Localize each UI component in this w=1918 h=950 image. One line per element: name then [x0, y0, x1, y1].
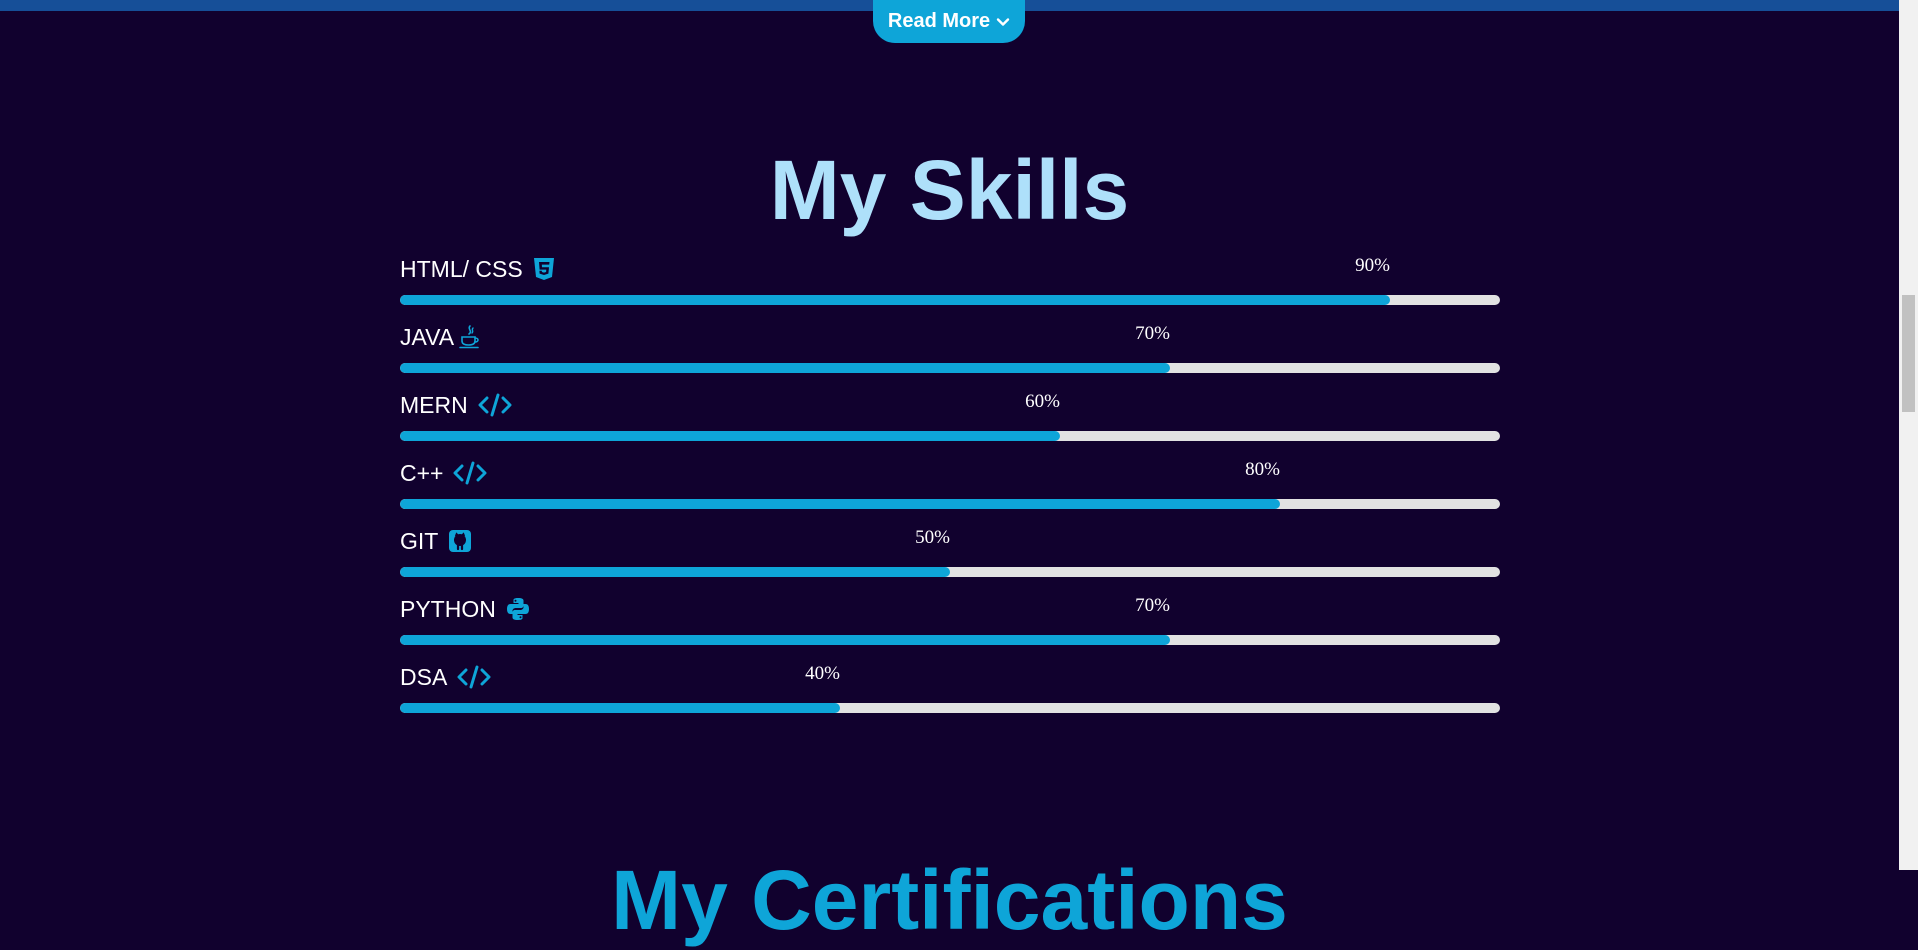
- skill-progress-fill: [400, 635, 1170, 645]
- skill-progress-fill: [400, 431, 1060, 441]
- skill-item: MERN 60%: [400, 386, 1500, 454]
- skill-progress-track: [400, 635, 1500, 645]
- skill-name: HTML/ CSS: [400, 255, 523, 282]
- github-icon: [448, 529, 472, 553]
- html5-icon: [533, 257, 555, 281]
- chevron-down-icon: [996, 17, 1010, 26]
- skill-progress-track: [400, 499, 1500, 509]
- skill-name: DSA: [400, 663, 448, 690]
- skill-progress-fill: [400, 567, 950, 577]
- skill-name: JAVA: [400, 323, 455, 350]
- skill-percent: 70%: [1135, 323, 1170, 344]
- read-more-label: Read More: [887, 10, 991, 32]
- skill-item: JAVA 70%: [400, 318, 1500, 386]
- skills-list: HTML/ CSS 90% JAVA 70% MERN 60% C++ 80% …: [400, 250, 1500, 726]
- skill-progress-track: [400, 363, 1500, 373]
- skill-name: GIT: [400, 527, 439, 554]
- code-icon: [453, 461, 487, 485]
- skill-item: PYTHON 70%: [400, 590, 1500, 658]
- skill-percent: 80%: [1245, 459, 1280, 480]
- code-icon: [478, 393, 512, 417]
- scrollbar-thumb[interactable]: [1902, 295, 1915, 412]
- skill-percent: 50%: [915, 527, 950, 548]
- skill-progress-fill: [400, 499, 1280, 509]
- skill-percent: 40%: [805, 663, 840, 684]
- skill-item: DSA 40%: [400, 658, 1500, 726]
- read-more-button[interactable]: Read More: [873, 0, 1025, 43]
- skill-progress-track: [400, 703, 1500, 713]
- skill-progress-track: [400, 567, 1500, 577]
- skill-item: C++ 80%: [400, 454, 1500, 522]
- skills-title: My Skills: [769, 143, 1130, 237]
- skill-percent: 70%: [1135, 595, 1170, 616]
- skill-progress-track: [400, 431, 1500, 441]
- skill-item: HTML/ CSS 90%: [400, 250, 1500, 318]
- skill-name: C++: [400, 459, 444, 486]
- skill-progress-track: [400, 295, 1500, 305]
- skill-progress-fill: [400, 363, 1170, 373]
- certifications-title: My Certifications: [611, 853, 1288, 947]
- skill-percent: 60%: [1025, 391, 1060, 412]
- skill-name: PYTHON: [400, 595, 496, 622]
- skill-progress-fill: [400, 703, 840, 713]
- skill-percent: 90%: [1355, 255, 1390, 276]
- skill-name: MERN: [400, 391, 468, 418]
- java-icon: [458, 324, 482, 350]
- python-icon: [506, 597, 530, 621]
- skill-progress-fill: [400, 295, 1390, 305]
- code-icon: [457, 665, 491, 689]
- page-scrollbar[interactable]: [1899, 0, 1918, 870]
- skill-item: GIT 50%: [400, 522, 1500, 590]
